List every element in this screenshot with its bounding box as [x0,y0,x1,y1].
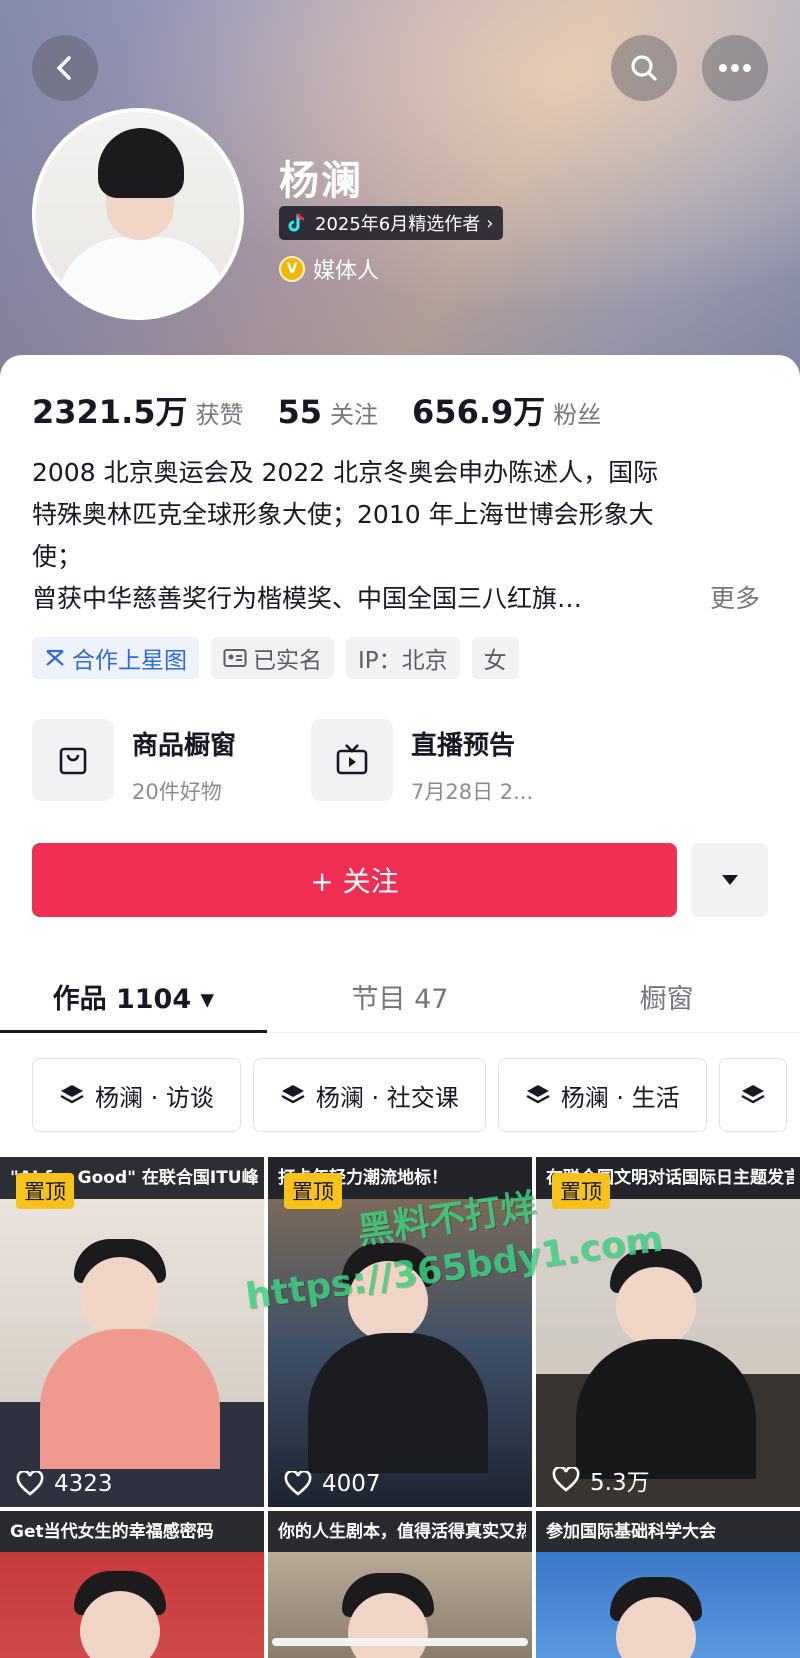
caret-down-icon [721,875,738,885]
avatar[interactable] [32,108,244,320]
video-thumbnail[interactable]: 打卡年轻力潮流地标！ 置顶 4007 [268,1157,532,1507]
following-count: 55 [277,393,323,431]
verified-v-icon: V [279,256,305,282]
layers-icon [60,1085,84,1104]
bio-line: 使； [32,542,83,571]
pinned-badge: 置顶 [16,1173,74,1209]
likes-count: 5.3万 [590,1470,650,1496]
more-options-button[interactable] [702,35,768,101]
heart-icon [552,1467,580,1492]
collection-chip[interactable]: 杨澜 · 生活 [497,1058,707,1132]
follow-button[interactable]: + 关注 [32,843,677,917]
video-thumbnail[interactable]: Get当代女生的幸福感密码 [0,1511,264,1658]
layers-icon [281,1085,305,1104]
shopping-bag-icon [32,719,114,801]
tag-xingtu[interactable]: 合作上星图 [32,637,199,679]
heart-icon [284,1471,312,1496]
video-thumbnail[interactable]: 参加国际基础科学大会 [536,1511,800,1658]
tag-gender: 女 [471,637,519,679]
video-likes: 4323 [16,1471,113,1497]
live-preview-subtitle: 7月28日 2... [411,780,534,804]
collection-chip[interactable]: 杨澜 · 访谈 [32,1058,241,1132]
tag-label: 女 [483,648,507,674]
search-button[interactable] [611,35,677,101]
tv-icon [311,719,393,801]
likes-count: 2321.5万 [32,393,188,431]
profile-stats: 2321.5万 获赞 55 关注 656.9万 粉丝 [32,387,635,433]
layers-icon [526,1085,550,1104]
live-preview-entry[interactable]: 直播预告 7月28日 2... [311,719,533,806]
pinned-badge: 置顶 [552,1173,610,1209]
id-card-icon [223,649,247,667]
video-thumbnail[interactable]: 在联合国文明对话国际日主题发言：中华造物智慧 置顶 5.3万 [536,1157,800,1507]
verified-role: V 媒体人 [279,253,379,285]
collection-chip[interactable]: 杨澜 · 社交课 [252,1058,486,1132]
followers-stat[interactable]: 656.9万 粉丝 [412,387,601,433]
tag-ip-location: IP：北京 [346,637,460,679]
followers-label: 粉丝 [553,401,602,429]
tag-label: 合作上星图 [72,648,187,674]
follow-dropdown-button[interactable] [691,843,768,917]
home-indicator[interactable] [272,1638,528,1646]
back-button[interactable] [32,35,98,101]
live-preview-title: 直播预告 [411,731,516,761]
bio-more-link[interactable]: 更多 [703,578,760,620]
collection-chip[interactable] [718,1058,787,1132]
bio-line: 2008 北京奥运会及 2022 北京冬奥会申办陈述人，国际 [32,458,659,487]
chevron-left-icon [57,56,71,80]
shop-window-subtitle: 20件好物 [132,780,222,804]
following-stat[interactable]: 55 关注 [278,393,379,431]
tab-programs[interactable]: 节目 47 [267,965,534,1032]
more-dots-icon [719,64,751,72]
role-label: 媒体人 [313,259,380,284]
collection-label: 杨澜 · 生活 [560,1083,680,1112]
chevron-right-icon: › [486,212,494,234]
collections-row: 杨澜 · 访谈 杨澜 · 社交课 杨澜 · 生活 [32,1058,787,1132]
collection-label: 杨澜 · 访谈 [95,1083,214,1112]
tag-verified-identity[interactable]: 已实名 [211,637,334,679]
creator-badge-label: 2025年6月精选作者 [315,214,481,235]
xingtu-icon [46,649,64,666]
likes-stat[interactable]: 2321.5万 获赞 [32,387,244,433]
profile-name: 杨澜 [279,158,363,204]
heart-icon [16,1471,44,1496]
bio: 2008 北京奥运会及 2022 北京冬奥会申办陈述人，国际 特殊奥林匹克全球形… [32,452,772,620]
video-title: 你的人生剧本，值得活得真实又热烈 [278,1522,526,1542]
shop-window-title: 商品橱窗 [132,731,237,761]
search-icon [631,55,657,81]
tiktok-logo-icon [288,213,305,232]
bio-line: 曾获中华慈善奖行为楷模奖、中国全国三八红旗… [32,584,583,613]
tag-label: 已实名 [253,648,322,674]
likes-count: 4323 [54,1471,113,1497]
video-title: Get当代女生的幸福感密码 [10,1522,214,1542]
profile-tabs: 作品 1104 ▾ 节目 47 橱窗 [0,965,800,1033]
tag-label: IP：北京 [358,648,448,674]
creator-badge[interactable]: 2025年6月精选作者 › [279,206,504,240]
profile-tags: 合作上星图 已实名 IP：北京 女 [32,637,519,679]
bio-line: 特殊奥林匹克全球形象大使；2010 年上海世博会形象大 [32,500,654,529]
video-likes: 5.3万 [552,1463,650,1497]
pinned-badge: 置顶 [284,1173,342,1209]
video-thumbnail[interactable]: 你的人生剧本，值得活得真实又热烈 [268,1511,532,1658]
layers-icon [741,1085,765,1104]
collection-label: 杨澜 · 社交课 [315,1083,459,1112]
likes-label: 获赞 [195,401,244,429]
likes-count: 4007 [322,1471,381,1497]
tab-shop-window[interactable]: 橱窗 [533,965,800,1032]
shop-window-entry[interactable]: 商品橱窗 20件好物 [32,719,236,806]
tab-works[interactable]: 作品 1104 ▾ [0,965,267,1033]
following-label: 关注 [330,401,379,429]
video-thumbnail[interactable]: "AI for Good" 在联合国ITU峰会致辞 置顶 4323 [0,1157,264,1507]
video-title: 参加国际基础科学大会 [546,1522,716,1542]
video-likes: 4007 [284,1471,381,1497]
followers-count: 656.9万 [412,393,546,431]
